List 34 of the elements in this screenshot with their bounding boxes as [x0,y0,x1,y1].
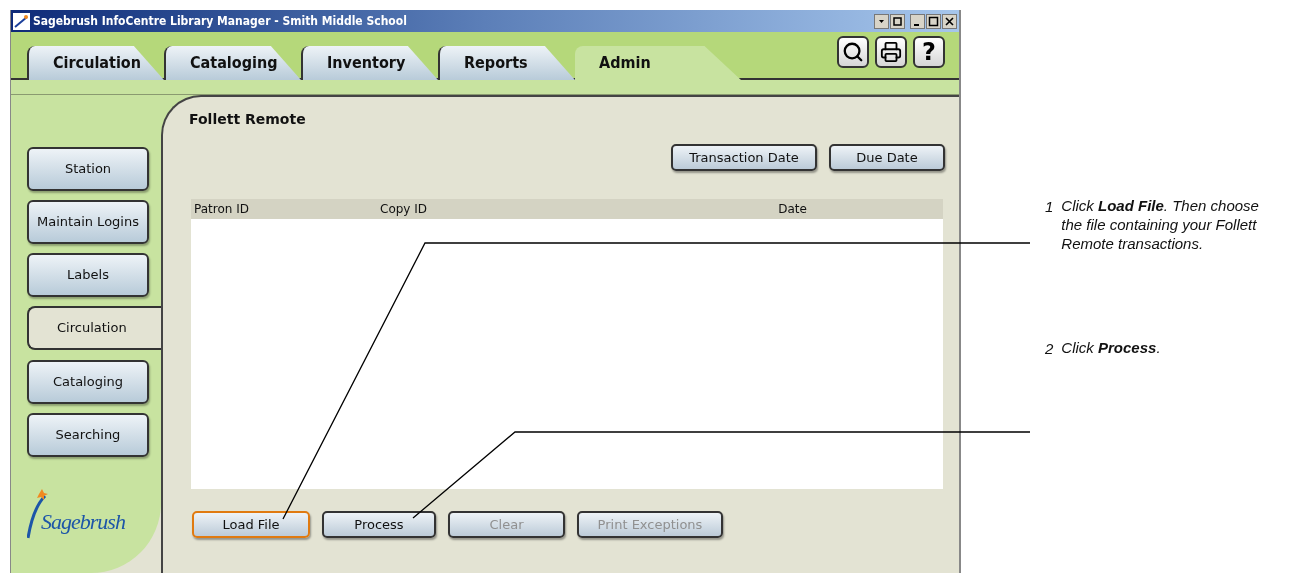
sidebar-item[interactable]: Circulation [27,306,161,350]
action-button[interactable]: Due Date [829,144,945,171]
tab[interactable]: Circulation [27,46,164,80]
action-button[interactable]: Transaction Date [671,144,817,171]
restore-window-control-icon[interactable] [890,13,905,29]
panel-title: Follett Remote [189,110,306,129]
tab[interactable]: Reports [438,46,575,80]
sidebar-item[interactable]: Maintain Logins [27,200,149,244]
sidebar-item[interactable]: Station [27,147,149,191]
print-button[interactable] [875,36,907,68]
action-button[interactable]: Process [322,511,436,538]
help-button[interactable]: ? [913,36,945,68]
sidebar-item[interactable]: Searching [27,413,149,457]
logo: Sagebrush [41,507,125,536]
sidebar-item[interactable]: Labels [27,253,149,297]
menu-window-control-icon[interactable] [874,13,889,29]
step-number: 1 [1045,197,1054,217]
app-icon [13,12,30,30]
sidebar-item[interactable]: Cataloging [27,360,149,404]
step-instruction: Click Process. [1061,338,1161,358]
minimize-window-control-icon[interactable] [910,13,925,29]
search-button[interactable] [837,36,869,68]
tab[interactable]: Cataloging [164,46,301,80]
column-header[interactable]: Date [610,200,943,218]
window-title: Sagebrush InfoCentre Library Manager - Smith Middle School [33,13,407,30]
maximize-window-control-icon[interactable] [926,13,941,29]
step-instruction: Click Load File. Then choose the file containing your Follett Remote transactions. [1061,196,1260,253]
column-header[interactable]: Patron ID [191,200,380,218]
step-number: 2 [1045,339,1054,359]
column-header[interactable]: Copy ID [380,200,610,218]
close-window-control-icon[interactable] [942,13,957,29]
tab[interactable]: Inventory [301,46,438,80]
action-button[interactable]: Load File [192,511,310,538]
tab[interactable]: Admin [575,46,741,80]
